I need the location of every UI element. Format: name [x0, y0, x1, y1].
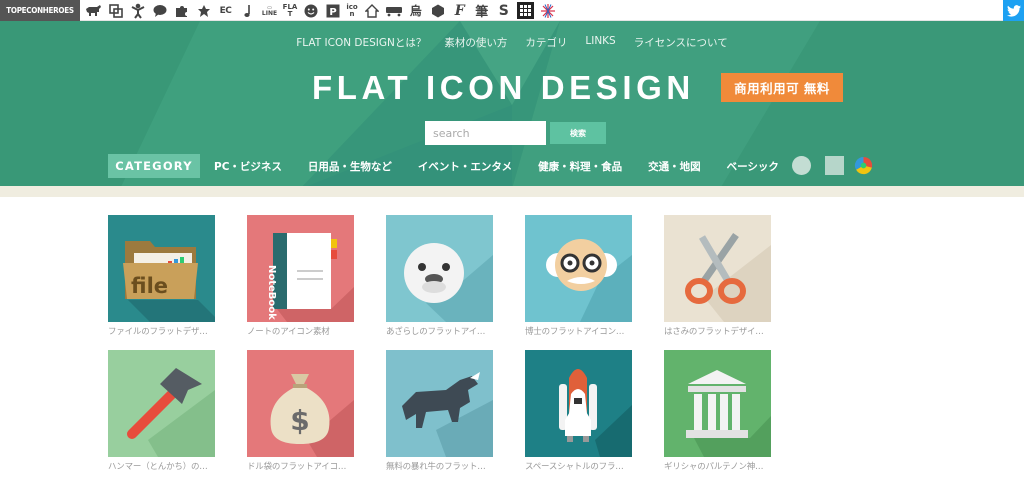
- twitter-button[interactable]: [1003, 0, 1024, 21]
- twitter-icon: [1006, 4, 1021, 17]
- icon-caption[interactable]: はさみのフラットデザイ…: [664, 325, 771, 337]
- icon-caption[interactable]: あざらしのフラットアイ…: [386, 325, 493, 337]
- icon-card[interactable]: スペースシャトルのフラ…: [525, 350, 633, 472]
- bull-icon[interactable]: [84, 0, 103, 21]
- category-pc-business[interactable]: PC・ビジネス: [214, 159, 282, 174]
- money-bag-icon[interactable]: $: [247, 350, 354, 457]
- f-site-link[interactable]: F: [450, 0, 469, 21]
- line-site-label: LINE: [261, 9, 278, 17]
- burst-icon[interactable]: [538, 0, 557, 21]
- notebook-icon[interactable]: NoteBook: [247, 215, 354, 322]
- icon-caption[interactable]: スペースシャトルのフラ…: [525, 460, 632, 472]
- category-navigation: CATEGORY PC・ビジネス 日用品・生物など イベント・エンタメ 健康・料…: [108, 154, 779, 178]
- s-site-link[interactable]: S: [494, 0, 513, 21]
- flower-icon[interactable]: [194, 0, 213, 21]
- category-event-entertainment[interactable]: イベント・エンタメ: [418, 159, 512, 174]
- icon-caption[interactable]: ノートのアイコン素材: [247, 325, 354, 337]
- grid-icon[interactable]: [516, 0, 535, 21]
- music-note-icon[interactable]: [238, 0, 257, 21]
- person-icon[interactable]: [128, 0, 147, 21]
- icon-caption[interactable]: ファイルのフラットデザ…: [108, 325, 215, 337]
- category-daily-goods[interactable]: 日用品・生物など: [308, 159, 392, 174]
- icon-card[interactable]: file ファイルのフラットデザ…: [108, 215, 216, 337]
- icon-caption[interactable]: 無料の暴れ牛のフラット…: [386, 460, 493, 472]
- svg-text:file: file: [131, 274, 168, 298]
- category-transport-map[interactable]: 交通・地図: [648, 159, 701, 174]
- hexagon-icon[interactable]: [428, 0, 447, 21]
- icon-card[interactable]: 無料の暴れ牛のフラット…: [386, 350, 494, 472]
- icon-card[interactable]: あざらしのフラットアイ…: [386, 215, 494, 337]
- header-bottom-band: [0, 186, 1024, 197]
- free-commercial-badge: 商用利用可 無料: [721, 73, 843, 102]
- p-icon[interactable]: P: [323, 0, 342, 21]
- nav-about[interactable]: FLAT ICON DESIGNとは？: [296, 35, 426, 50]
- smiley-icon[interactable]: [301, 0, 320, 21]
- category-basic[interactable]: ベーシック: [727, 159, 779, 174]
- search-button[interactable]: 検索: [550, 122, 606, 144]
- site-header: FLAT ICON DESIGNとは？ 素材の使い方 カテゴリ LINKS ライ…: [0, 21, 1024, 189]
- icon-card[interactable]: $ ドル袋のフラットアイコ…: [247, 350, 355, 472]
- network-site-list: EC ▭ LINE FLAT P icon 烏 F 筆 S: [84, 0, 560, 21]
- color-filter-button[interactable]: [854, 156, 873, 175]
- icon-card[interactable]: 博士のフラットアイコン…: [525, 215, 633, 337]
- top-navigation: FLAT ICON DESIGNとは？ 素材の使い方 カテゴリ LINKS ライ…: [0, 35, 1024, 50]
- house-icon[interactable]: [362, 0, 381, 21]
- icon-card[interactable]: NoteBook ノートのアイコン素材: [247, 215, 355, 337]
- nav-category[interactable]: カテゴリ: [525, 35, 567, 50]
- category-label[interactable]: CATEGORY: [108, 154, 200, 178]
- puzzle-icon[interactable]: [172, 0, 191, 21]
- search-input[interactable]: [425, 121, 546, 145]
- svg-text:$: $: [290, 404, 309, 437]
- icon-card[interactable]: ハンマー（とんかち）の…: [108, 350, 216, 472]
- ec-site-link[interactable]: EC: [216, 0, 235, 21]
- icon-caption[interactable]: ハンマー（とんかち）の…: [108, 460, 215, 472]
- icon-site-link[interactable]: icon: [345, 0, 359, 21]
- nav-usage[interactable]: 素材の使い方: [444, 35, 507, 50]
- site-logo[interactable]: FLAT ICON DESIGN: [312, 69, 695, 107]
- bull-icon[interactable]: [386, 350, 493, 457]
- svg-text:P: P: [329, 7, 336, 18]
- flat-site-link[interactable]: FLAT: [282, 0, 298, 21]
- icon-card[interactable]: ギリシャのパルテノン神…: [664, 350, 772, 472]
- hammer-icon[interactable]: [108, 350, 215, 457]
- scissors-icon[interactable]: [664, 215, 771, 322]
- professor-icon[interactable]: [525, 215, 632, 322]
- circle-filter-button[interactable]: [792, 156, 811, 175]
- train-icon[interactable]: [384, 0, 403, 21]
- network-brand[interactable]: TOPECONHEROES: [0, 0, 80, 21]
- category-health-food[interactable]: 健康・料理・食品: [538, 159, 622, 174]
- speech-bubble-icon[interactable]: [150, 0, 169, 21]
- seal-icon[interactable]: [386, 215, 493, 322]
- icon-caption[interactable]: ギリシャのパルテノン神…: [664, 460, 771, 472]
- space-shuttle-icon[interactable]: [525, 350, 632, 457]
- icon-caption[interactable]: ドル袋のフラットアイコ…: [247, 460, 354, 472]
- crow-site-link[interactable]: 烏: [406, 0, 425, 21]
- svg-text:NoteBook: NoteBook: [266, 265, 277, 320]
- nav-links[interactable]: LINKS: [585, 35, 615, 50]
- line-site-link[interactable]: ▭ LINE: [260, 0, 279, 21]
- file-folder-icon[interactable]: file: [108, 215, 215, 322]
- icon-caption[interactable]: 博士のフラットアイコン…: [525, 325, 632, 337]
- nav-license[interactable]: ライセンスについて: [634, 35, 728, 50]
- icon-card[interactable]: はさみのフラットデザイ…: [664, 215, 772, 337]
- network-bar: TOPECONHEROES EC ▭ LINE FLAT P icon 烏 F …: [0, 0, 1024, 21]
- square-filter-button[interactable]: [825, 156, 844, 175]
- squares-icon[interactable]: [106, 0, 125, 21]
- parthenon-icon[interactable]: [664, 350, 771, 457]
- brush-site-link[interactable]: 筆: [472, 0, 491, 21]
